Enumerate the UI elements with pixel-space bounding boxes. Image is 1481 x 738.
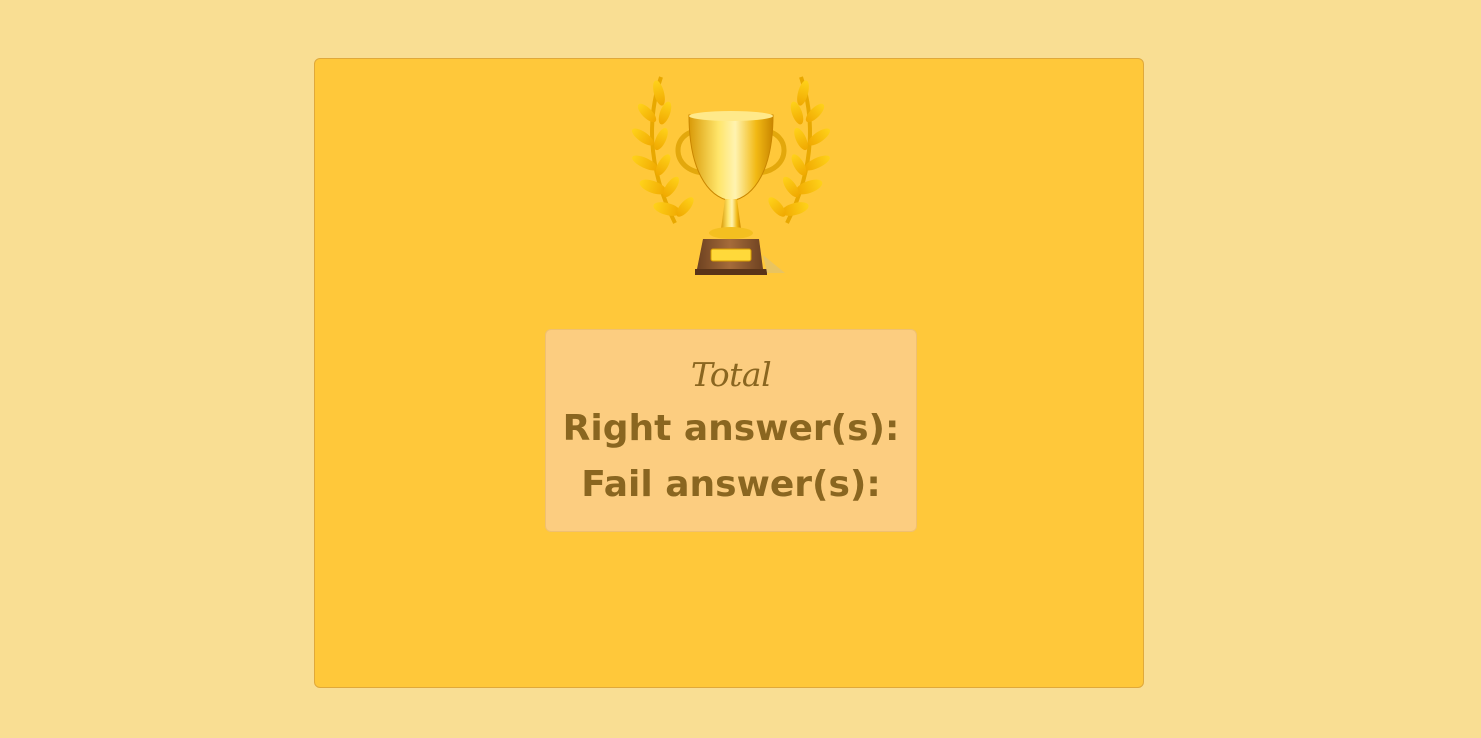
trophy-graphic (631, 76, 831, 275)
trophy-cup (688, 114, 774, 202)
trophy-icon (631, 73, 831, 277)
right-answers-label: Right answer(s): (562, 408, 900, 449)
score-summary-box: Total Right answer(s): Fail answer(s): (545, 329, 917, 532)
left-laurel (631, 76, 694, 224)
score-title: Total (690, 355, 772, 394)
fail-answers-label: Fail answer(s): (581, 464, 881, 505)
right-laurel (768, 76, 831, 224)
result-card: Total Right answer(s): Fail answer(s): (314, 58, 1144, 688)
